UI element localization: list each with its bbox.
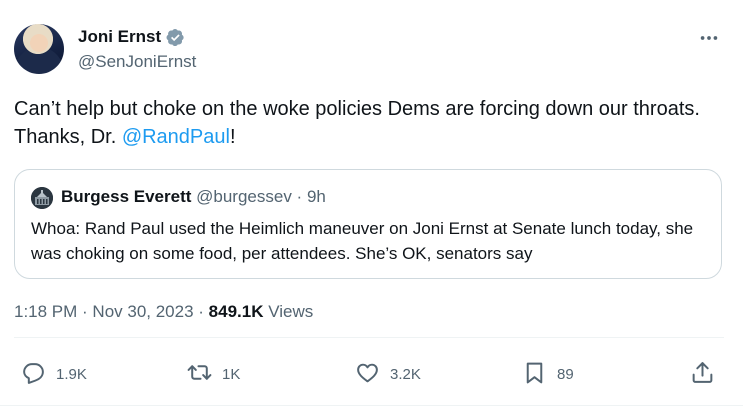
author-display-name[interactable]: Joni Ernst: [78, 27, 161, 47]
more-options-icon[interactable]: [697, 26, 721, 50]
quoted-author-avatar[interactable]: [31, 187, 53, 209]
share-icon: [690, 360, 715, 389]
author-avatar[interactable]: [14, 24, 64, 74]
reply-count: 1.9K: [56, 366, 87, 383]
retweet-icon: [187, 360, 212, 389]
tweet-date[interactable]: Nov 30, 2023: [92, 302, 193, 321]
quoted-tweet[interactable]: Burgess Everett @burgessev · 9h Whoa: Ra…: [14, 169, 722, 279]
meta-separator: ·: [77, 302, 93, 321]
action-bar: 1.9K 1K 3.2K 89: [0, 360, 743, 390]
reply-icon: [21, 360, 46, 389]
author-name-row: Joni Ernst: [78, 27, 185, 47]
reply-button[interactable]: 1.9K: [21, 360, 87, 389]
bookmark-button[interactable]: 89: [522, 360, 574, 389]
retweet-button[interactable]: 1K: [187, 360, 240, 389]
like-count: 3.2K: [390, 366, 421, 383]
bottom-divider: [0, 405, 743, 406]
divider: [14, 337, 724, 338]
retweet-count: 1K: [222, 366, 241, 383]
tweet-card: Joni Ernst @SenJoniErnst Can’t help but …: [0, 0, 743, 412]
quoted-text: Whoa: Rand Paul used the Heimlich maneuv…: [31, 219, 694, 263]
quoted-time[interactable]: 9h: [307, 187, 326, 206]
views-label: Views: [263, 302, 314, 321]
tweet-text-after: !: [229, 126, 236, 148]
tweet-text-before: Can’t help but choke on the woke policie…: [14, 98, 700, 148]
views-count: 849.1K: [208, 302, 264, 321]
verified-badge-icon[interactable]: [166, 28, 185, 47]
mention-link[interactable]: @RandPaul: [122, 126, 230, 148]
quoted-separator: ·: [291, 187, 307, 206]
like-button[interactable]: 3.2K: [355, 360, 421, 389]
quoted-display-name[interactable]: Burgess Everett: [61, 187, 191, 206]
heart-icon: [355, 360, 380, 389]
quoted-handle[interactable]: @burgessev: [196, 187, 292, 206]
share-button[interactable]: [690, 360, 715, 389]
meta-separator: ·: [193, 302, 209, 321]
author-handle[interactable]: @SenJoniErnst: [78, 52, 196, 72]
tweet-text: Can’t help but choke on the woke policie…: [14, 95, 724, 151]
bookmark-icon: [522, 360, 547, 389]
tweet-time[interactable]: 1:18 PM: [14, 302, 77, 321]
quoted-header: Burgess Everett @burgessev · 9h: [61, 187, 326, 207]
tweet-meta: 1:18 PM · Nov 30, 2023 · 849.1K Views: [14, 302, 313, 322]
bookmark-count: 89: [557, 366, 574, 383]
